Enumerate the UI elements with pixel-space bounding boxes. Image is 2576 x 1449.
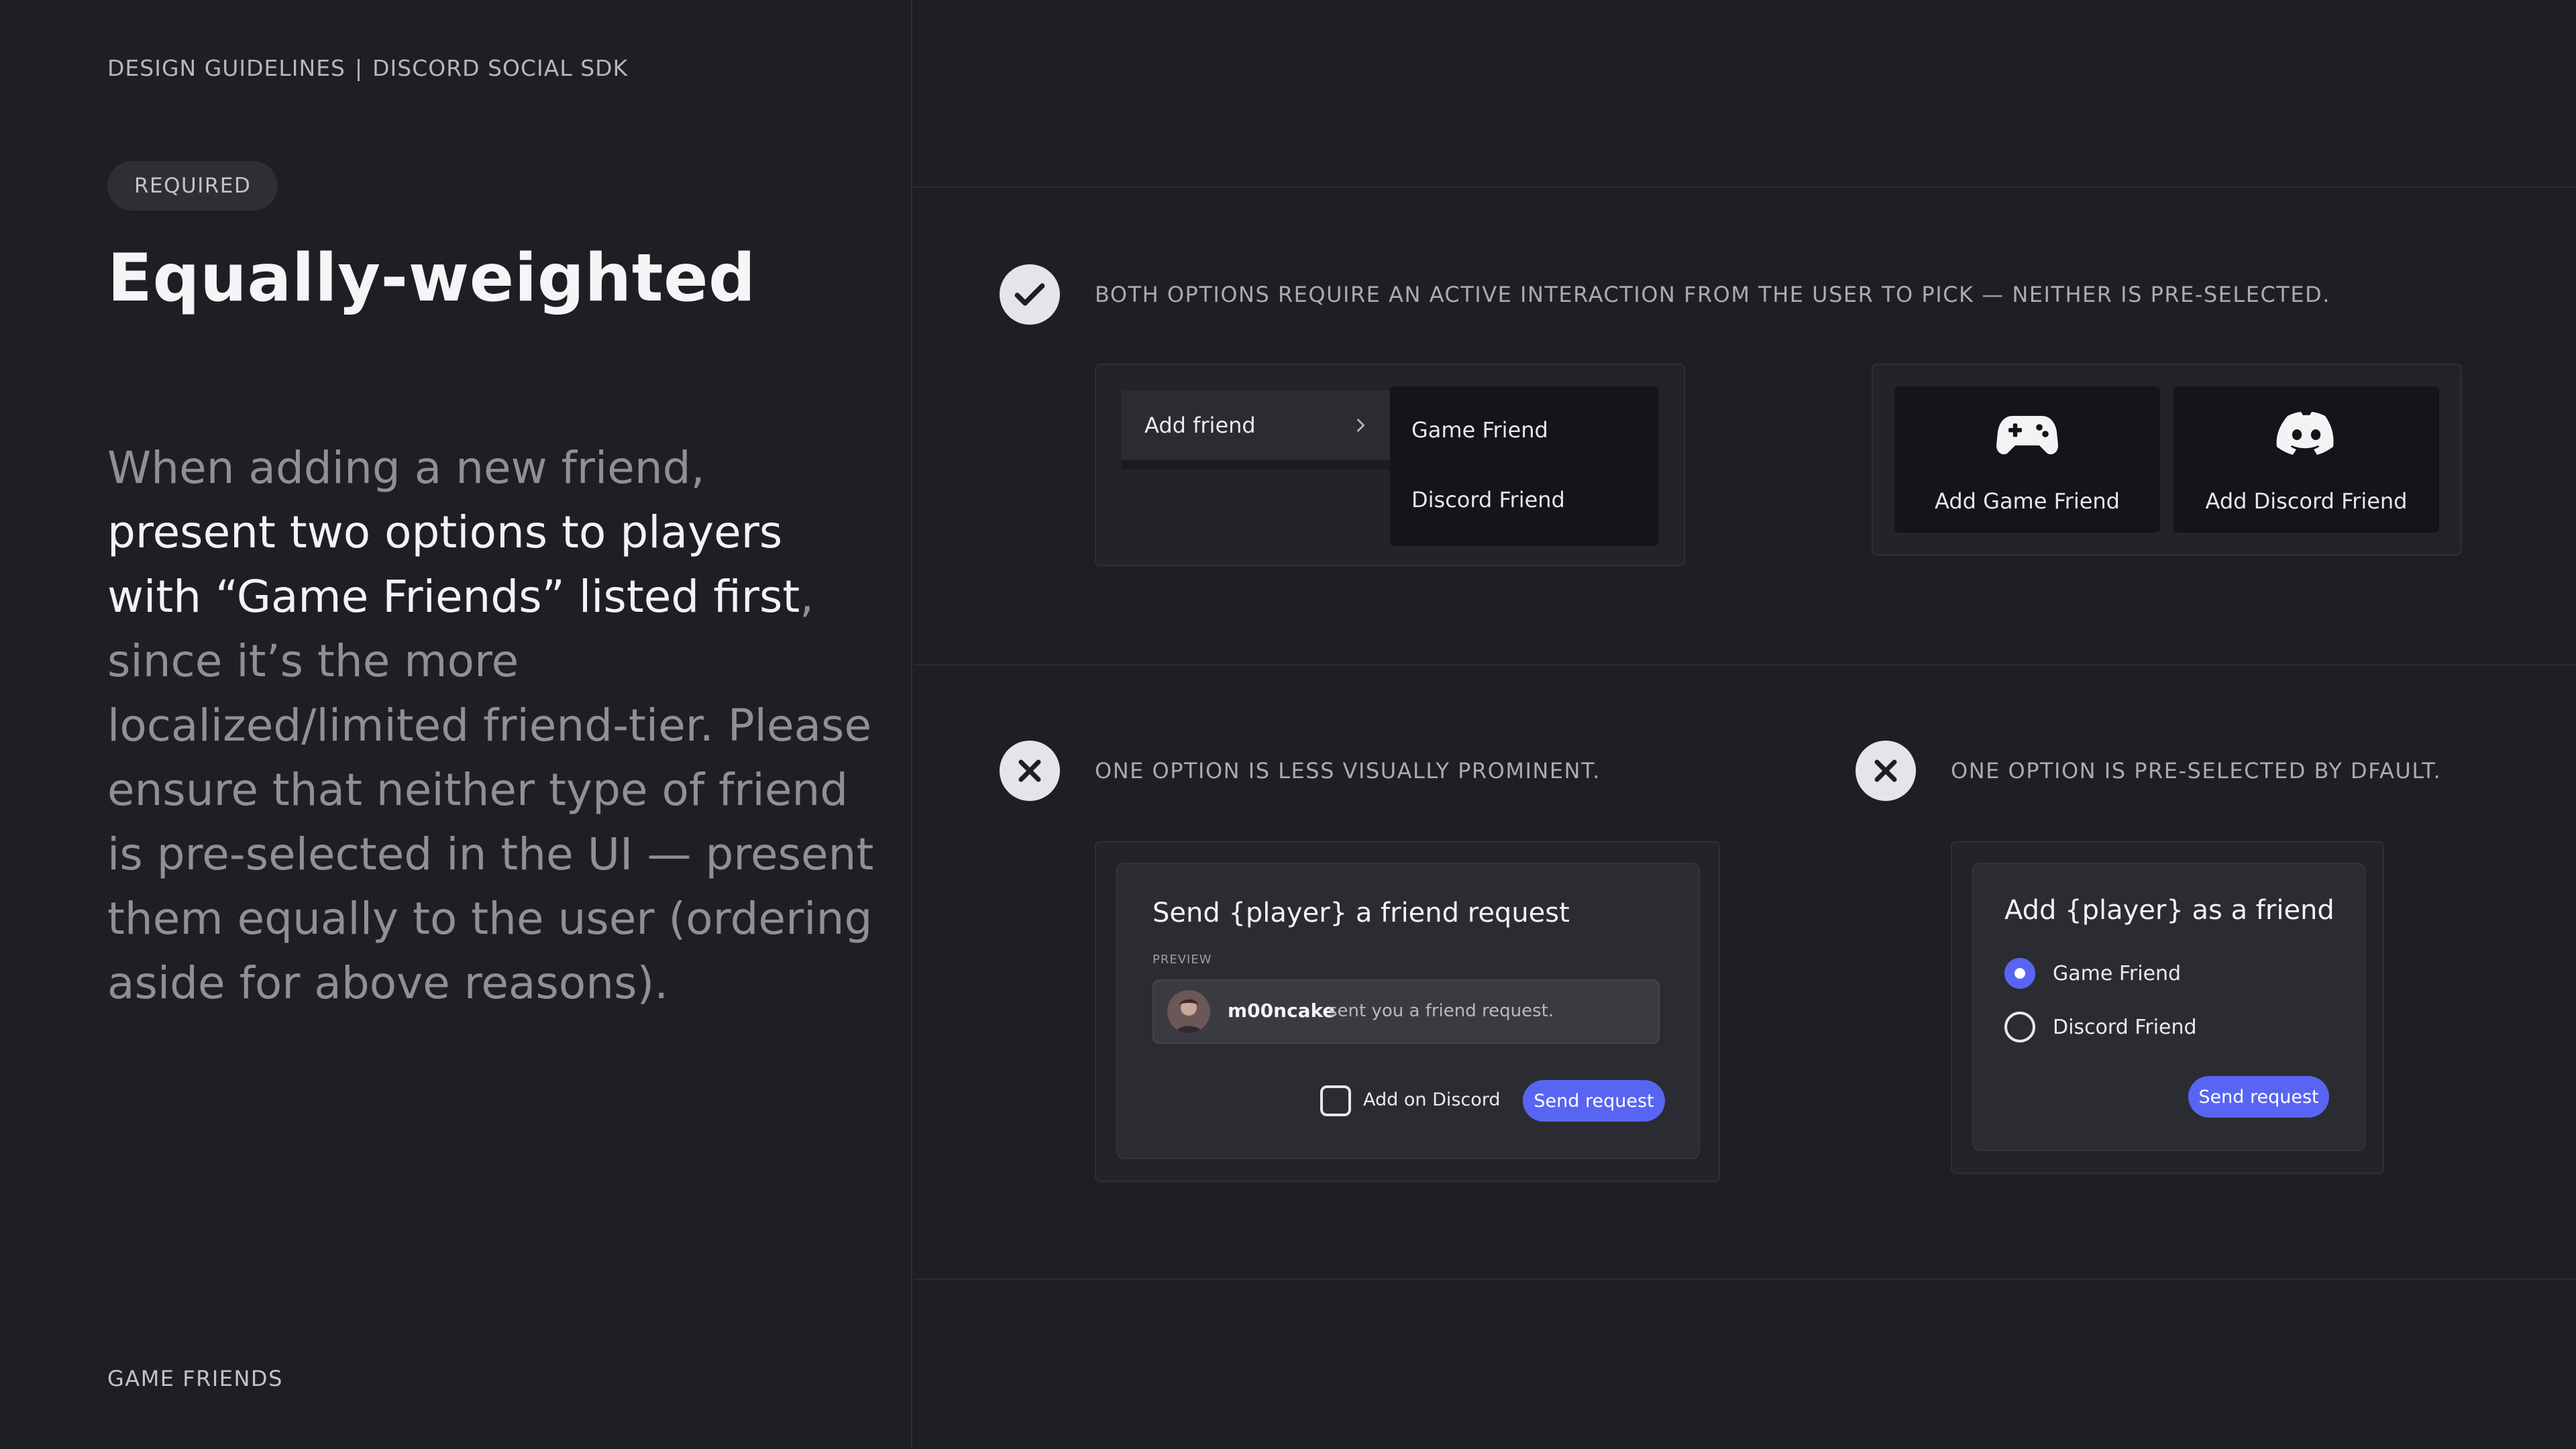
prominence-example: Send {player} a friend request PREVIEW m… xyxy=(1095,841,1720,1182)
discord-logo-icon xyxy=(2274,408,2339,464)
option-discord-friend-label: Discord Friend xyxy=(2053,1016,2197,1039)
option-game-friend-label: Game Friend xyxy=(2053,962,2182,985)
body-emphasis: present two options to players with “Gam… xyxy=(107,506,800,623)
x-icon xyxy=(1000,741,1060,801)
x-icon xyxy=(1856,741,1916,801)
body-text-2: , since it’s the more localized/limited … xyxy=(107,571,874,1009)
send-request-button[interactable]: Send request xyxy=(2188,1076,2329,1118)
add-game-friend-label: Add Game Friend xyxy=(1935,488,2120,514)
divider-top xyxy=(914,186,2576,188)
add-on-discord-label: Add on Discord xyxy=(1363,1089,1501,1110)
divider-bottom xyxy=(914,1279,2576,1280)
friend-request-dialog: Send {player} a friend request PREVIEW m… xyxy=(1116,863,1700,1159)
menu-example: Add friend Game Friend Discord Friend xyxy=(1095,364,1685,566)
required-badge: REQUIRED xyxy=(107,161,278,211)
dialog-title: Send {player} a friend request xyxy=(1152,898,1570,928)
preview-label: PREVIEW xyxy=(1152,953,1212,967)
radio-discord-friend[interactable] xyxy=(2004,1012,2035,1042)
tiles-example: Add Game Friend Add Discord Friend xyxy=(1872,364,2462,555)
preselected-example: Add {player} as a friend Game Friend Dis… xyxy=(1951,841,2384,1174)
submenu-item-discord-friend[interactable]: Discord Friend xyxy=(1411,487,1565,513)
chevron-right-icon xyxy=(1351,415,1370,440)
add-discord-friend-label: Add Discord Friend xyxy=(2205,488,2408,514)
avatar xyxy=(1167,990,1210,1033)
preselected-caption: ONE OPTION IS PRE-SELECTED BY DFAULT. xyxy=(1951,758,2442,784)
friend-type-submenu: Game Friend Discord Friend xyxy=(1390,386,1658,546)
left-column: DESIGN GUIDELINES | DISCORD SOCIAL SDK REQ… xyxy=(0,0,912,1449)
add-on-discord-checkbox[interactable] xyxy=(1320,1085,1351,1116)
send-request-button[interactable]: Send request xyxy=(1523,1080,1665,1122)
header-product: DISCORD SOCIAL SDK xyxy=(372,55,629,81)
divider-middle xyxy=(914,664,2576,665)
add-discord-friend-tile[interactable]: Add Discord Friend xyxy=(2174,386,2439,533)
header-eyebrow: DESIGN GUIDELINES | DISCORD SOCIAL SDK xyxy=(107,55,628,81)
header-section: DESIGN GUIDELINES xyxy=(107,55,346,81)
gamepad-icon xyxy=(1996,408,2058,464)
prominence-caption: ONE OPTION IS LESS VISUALLY PROMINENT. xyxy=(1095,758,1601,784)
notification-username: m00ncake xyxy=(1228,1000,1336,1022)
add-game-friend-tile[interactable]: Add Game Friend xyxy=(1894,386,2160,533)
submenu-item-game-friend[interactable]: Game Friend xyxy=(1411,417,1548,443)
checkmark-icon xyxy=(1000,264,1060,325)
footer-label: GAME FRIENDS xyxy=(107,1366,283,1391)
header-separator: | xyxy=(355,55,364,81)
notification-preview: m00ncake sent you a friend request. xyxy=(1152,979,1660,1044)
page-title: Equally-weighted xyxy=(107,240,756,317)
dialog-title: Add {player} as a friend xyxy=(2004,895,2334,926)
add-friend-label: Add friend xyxy=(1144,413,1256,438)
guideline-body: When adding a new friend, present two op… xyxy=(107,436,879,1016)
notification-message: sent you a friend request. xyxy=(1328,1001,1554,1021)
good-caption: BOTH OPTIONS REQUIRE AN ACTIVE INTERACTI… xyxy=(1095,282,2330,307)
body-text-1: When adding a new friend, xyxy=(107,442,705,494)
add-friend-menu-item[interactable]: Add friend xyxy=(1122,390,1390,470)
add-friend-dialog: Add {player} as a friend Game Friend Dis… xyxy=(1972,863,2365,1151)
radio-game-friend[interactable] xyxy=(2004,958,2035,989)
